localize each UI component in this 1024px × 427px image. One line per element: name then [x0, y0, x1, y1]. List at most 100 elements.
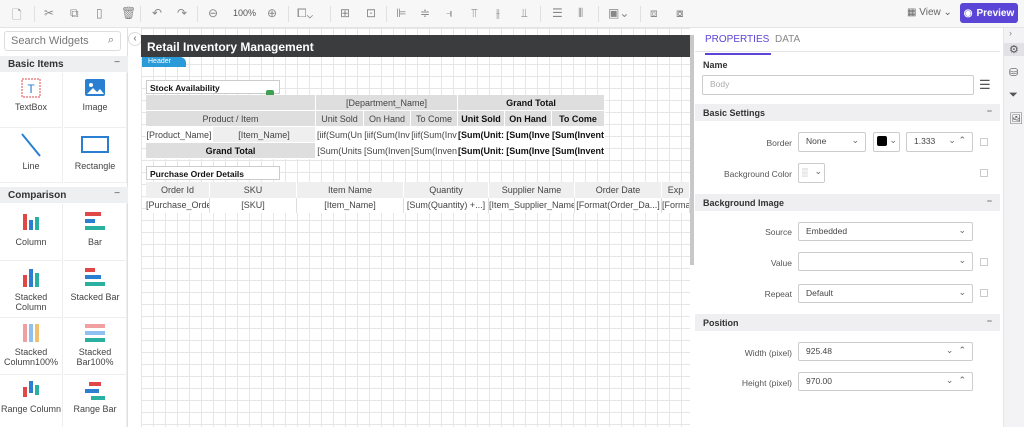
report-title[interactable]: Retail Inventory Management [147, 40, 314, 54]
collapse-icon[interactable]: − [987, 106, 992, 116]
widget-stacked-bar-100[interactable]: Stacked Bar100% [64, 318, 127, 375]
width-input[interactable]: 925.48 ⌄ ⌃ [798, 342, 973, 361]
expand-icon[interactable]: › [1009, 28, 1012, 38]
data-cell[interactable]: [SKU] [210, 198, 297, 213]
grand-total-header[interactable]: Grand Total [458, 95, 605, 111]
widget-line[interactable]: Line [0, 128, 63, 183]
bg-color-checkbox[interactable] [980, 169, 988, 177]
undo-icon[interactable]: ↶ [152, 6, 162, 20]
align-right-icon[interactable]: ⫣ [446, 6, 453, 21]
dept-header[interactable]: [Department_Name] [316, 95, 458, 111]
widget-stacked-bar[interactable]: Stacked Bar [64, 261, 127, 318]
item-name-cell[interactable]: [Item_Name] [213, 127, 316, 143]
column-header[interactable]: Order Id [146, 182, 210, 198]
widget-stacked-column[interactable]: Stacked Column [0, 261, 63, 318]
data-cell[interactable]: [iif(Sum(Inv [364, 127, 411, 143]
align-middle-icon[interactable]: ⫲ [496, 6, 500, 21]
total-cell[interactable]: [Sum(Invent [552, 143, 605, 159]
filter-icon[interactable]: ⏷ [1009, 89, 1018, 102]
column-header[interactable]: Quantity [404, 182, 489, 198]
canvas-scrollbar[interactable] [690, 35, 694, 265]
data-cell[interactable]: [iif(Sum(Inv [411, 127, 458, 143]
align-center-icon[interactable]: ≑ [420, 6, 430, 20]
value-checkbox[interactable] [980, 258, 988, 266]
total-cell[interactable]: [Sum(Unit: [458, 143, 505, 159]
distribute-vertical-icon[interactable]: ⦀ [578, 6, 583, 21]
header-tab[interactable]: Header [142, 57, 186, 67]
view-dropdown[interactable]: ▦ View ⌄ [907, 7, 952, 18]
search-widgets-input[interactable]: Search Widgets ⌕ [4, 31, 121, 51]
column-header[interactable]: Item Name [297, 182, 404, 198]
column-header[interactable]: Unit Sold [458, 111, 505, 127]
border-width-input[interactable]: 1.333 ⌄ ⌃ [906, 132, 973, 152]
align-bottom-icon[interactable]: ⫫ [521, 6, 528, 21]
purchase-title[interactable]: Purchase Order Details [146, 166, 280, 180]
image-settings-icon[interactable]: 🖼 [1009, 112, 1023, 125]
data-cell[interactable]: [Sum(Quantity) +...] [404, 198, 489, 213]
repeat-checkbox[interactable] [980, 289, 988, 297]
preview-button[interactable]: ◉ Preview [960, 3, 1018, 23]
data-cell[interactable]: [Item_Name] [297, 198, 404, 213]
distribute-horizontal-icon[interactable]: ☰ [552, 6, 563, 20]
total-cell[interactable]: [Sum(Inve [505, 143, 552, 159]
collapse-icon[interactable]: − [114, 57, 120, 68]
section-comparison[interactable]: Comparison − [0, 187, 128, 203]
column-header[interactable]: Order Date [575, 182, 662, 198]
delete-icon[interactable]: 🗑 [121, 6, 136, 20]
column-header[interactable]: Supplier Name [489, 182, 575, 198]
total-cell[interactable]: [Sum(Inven [364, 143, 411, 159]
border-style-select[interactable]: None ⌄ [798, 132, 866, 152]
data-cell[interactable]: [Format(Order_Da...] [575, 198, 662, 213]
report-header[interactable]: Retail Inventory Management [141, 35, 690, 57]
data-cell[interactable]: [Sum(Invent [552, 127, 605, 143]
data-cell[interactable]: [Sum(Inve [505, 127, 552, 143]
list-icon[interactable]: ☰ [979, 77, 991, 93]
height-input[interactable]: 970.00 ⌄ ⌃ [798, 372, 973, 391]
column-header[interactable]: To Come [411, 111, 458, 127]
widget-image[interactable]: Image [64, 73, 127, 128]
repeat-select[interactable]: Default ⌄ [798, 284, 973, 303]
align-left-icon[interactable]: ⊫ [396, 6, 406, 20]
column-header[interactable]: Exp [662, 182, 690, 198]
border-checkbox[interactable] [980, 138, 988, 146]
data-cell[interactable]: [Forma [662, 198, 690, 213]
size-icon[interactable]: ▣⌄ [608, 6, 629, 20]
new-report-icon[interactable]: 🗋 [12, 6, 22, 27]
column-header[interactable]: Unit Sold [316, 111, 364, 127]
gear-icon[interactable]: ⚙ [1004, 43, 1024, 56]
collapse-icon[interactable]: − [114, 188, 120, 199]
stock-corner-cell[interactable] [146, 95, 316, 111]
section-position[interactable]: Position − [695, 314, 1000, 331]
section-background-image[interactable]: Background Image − [695, 194, 1000, 211]
total-cell[interactable]: [Sum(Inven [411, 143, 458, 159]
column-header[interactable]: SKU [210, 182, 297, 198]
data-cell[interactable]: [iif(Sum(Un [316, 127, 364, 143]
arrange-icon[interactable]: ⧠⌄ [297, 6, 313, 21]
product-item-header[interactable]: Product / Item [146, 111, 316, 127]
widget-rectangle[interactable]: Rectangle [64, 128, 127, 183]
collapse-icon[interactable]: − [987, 196, 992, 206]
stock-title[interactable]: Stock Availability [146, 80, 280, 94]
order-back-icon[interactable]: ⧇ [676, 6, 684, 21]
data-cell[interactable]: [Purchase_Orde [146, 198, 210, 213]
order-front-icon[interactable]: ⧈ [650, 6, 658, 21]
copy-icon[interactable]: ⧉ [70, 6, 79, 21]
data-cell[interactable]: [Sum(Unit: [458, 127, 505, 143]
name-input[interactable]: Body [702, 75, 974, 95]
section-basic-settings[interactable]: Basic Settings − [695, 104, 1000, 121]
grand-total-row-label[interactable]: Grand Total [146, 143, 316, 159]
column-header[interactable]: On Hand [364, 111, 411, 127]
bg-color-picker[interactable]: ▒ ⌄ [798, 163, 825, 183]
collapse-panel-button[interactable]: ‹ [128, 32, 142, 46]
section-basic-items[interactable]: Basic Items − [0, 56, 128, 72]
total-cell[interactable]: [Sum(Units [316, 143, 364, 159]
cut-icon[interactable]: ✂ [44, 6, 54, 20]
value-select[interactable]: ⌄ [798, 252, 973, 271]
data-cell[interactable]: [Item_Supplier_Name [489, 198, 575, 213]
redo-icon[interactable]: ↷ [177, 6, 187, 20]
database-icon[interactable]: ⛁ [1009, 66, 1018, 79]
widget-column[interactable]: Column [0, 204, 63, 261]
border-color-picker[interactable]: ⌄ [873, 132, 900, 152]
source-select[interactable]: Embedded ⌄ [798, 222, 973, 241]
paste-icon[interactable]: ▯ [96, 6, 103, 20]
